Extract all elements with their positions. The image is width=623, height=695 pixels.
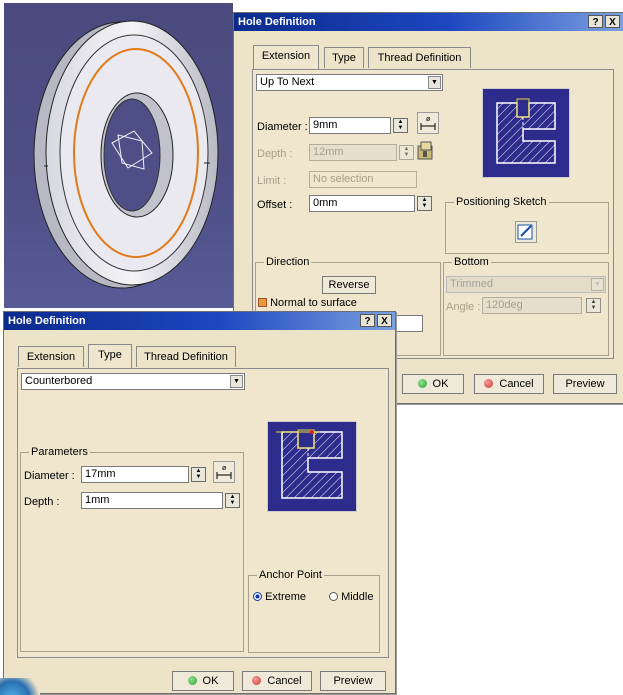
offset-label: Offset : [257,199,293,211]
type-tab-panel: Counterbored ▼ Parameters Diameter : 17m… [17,368,389,658]
cancel-icon [252,676,262,685]
anchor-extreme-label: Extreme [265,591,307,603]
chevron-down-icon[interactable]: ▼ [428,76,441,89]
cancel-button[interactable]: Cancel [242,671,312,691]
cancel-label: Cancel [499,378,534,390]
diameter-measure-icon[interactable]: ø [213,461,235,483]
anchor-extreme-option[interactable]: Extreme [253,590,306,604]
depth-spinner[interactable]: ▲ ▼ [225,493,240,508]
ring-part-model[interactable] [4,3,233,308]
anchor-point-label: Anchor Point [257,568,324,582]
diameter-label: Diameter : [257,121,308,133]
ok-icon [187,676,197,685]
diameter-field[interactable]: 9mm [309,117,391,134]
dialog-title: Hole Definition [8,315,86,327]
dialog-title: Hole Definition [238,16,316,28]
help-button[interactable]: ? [588,15,603,28]
tab-extension[interactable]: Extension [18,346,84,367]
limit-label: Limit : [257,175,287,187]
anchor-middle-option[interactable]: Middle [329,590,373,604]
close-button[interactable]: X [605,15,620,28]
help-button[interactable]: ? [360,314,375,327]
normal-to-surface-checkbox[interactable] [258,298,267,307]
direction-label: Direction [264,255,312,269]
up-to-next-hole-icon [496,98,556,164]
svg-text:ø: ø [222,465,227,472]
cancel-label: Cancel [267,675,302,687]
tab-thread-definition[interactable]: Thread Definition [136,346,236,367]
anchor-extreme-radio[interactable] [253,592,262,601]
anchor-point-group: Anchor Point Extreme Middle [248,568,380,653]
reverse-button[interactable]: Reverse [322,276,376,294]
tab-extension[interactable]: Extension [253,45,319,69]
extension-type-select[interactable]: Up To Next ▼ [256,74,443,91]
diameter-field[interactable]: 17mm [81,466,189,483]
ok-label: OK [202,675,219,687]
chevron-down-icon: ▼ [591,278,604,291]
diameter-label: Diameter : [24,470,75,482]
depth-label: Depth : [257,148,293,160]
close-button[interactable]: X [377,314,392,327]
viewport-corner-fragment [0,678,40,695]
normal-to-surface-label: Normal to surface [270,297,357,309]
counterbored-hole-icon [276,429,343,499]
diameter-spinner[interactable]: ▲ ▼ [191,467,206,482]
normal-to-surface-row[interactable]: Normal to surface [258,296,357,310]
offset-field[interactable]: 0mm [309,195,415,212]
direction-reference-field[interactable] [393,315,423,332]
cancel-icon [484,379,494,388]
bottom-label: Bottom [452,255,491,269]
tab-type[interactable]: Type [324,47,364,68]
tab-thread-definition[interactable]: Thread Definition [368,47,471,68]
extension-type-value: Up To Next [260,76,315,88]
ok-button[interactable]: OK [402,374,464,394]
preview-button[interactable]: Preview [553,374,617,394]
diameter-measure-icon[interactable]: ø [417,112,439,134]
bottom-group: Bottom Trimmed ▼ Angle : 120deg ▲ ▼ [443,255,609,356]
cancel-button[interactable]: Cancel [474,374,544,394]
depth-field[interactable]: 1mm [81,492,223,509]
positioning-sketch-group: Positioning Sketch [445,195,609,254]
angle-field: 120deg [482,297,582,314]
dialog-title-bar[interactable]: Hole Definition ? X [234,13,623,31]
hole-type-value: Counterbored [25,375,93,387]
parameters-group: Parameters Diameter : 17mm ▲ ▼ ø Depth : … [20,445,244,652]
depth-label: Depth : [24,496,60,508]
angle-label: Angle : [446,301,481,313]
parameters-label: Parameters [29,445,90,459]
anchor-middle-radio[interactable] [329,592,338,601]
ok-icon [417,379,427,388]
sketch-icon[interactable] [515,221,537,243]
depth-chart-icon[interactable] [415,140,437,162]
dialog-title-bar[interactable]: Hole Definition ? X [4,312,395,330]
limit-field: No selection [309,171,417,188]
depth-field: 12mm [309,144,397,161]
chevron-down-icon[interactable]: ▼ [230,375,243,388]
ok-label: OK [432,378,449,390]
tab-type[interactable]: Type [88,344,132,368]
svg-text:ø: ø [426,116,431,123]
offset-spinner[interactable]: ▲ ▼ [417,196,432,211]
positioning-sketch-label: Positioning Sketch [454,195,549,209]
angle-spinner: ▲ ▼ [586,298,601,313]
bottom-type-select: Trimmed ▼ [446,276,606,293]
3d-viewport[interactable] [4,3,233,308]
bottom-type-value: Trimmed [450,278,493,290]
depth-spinner: ▲ ▼ [399,145,414,160]
ok-button[interactable]: OK [172,671,234,691]
diameter-spinner[interactable]: ▲ ▼ [393,118,408,133]
preview-button[interactable]: Preview [320,671,386,691]
anchor-middle-label: Middle [341,591,374,603]
hole-preview-image [482,88,570,178]
hole-type-select[interactable]: Counterbored ▼ [21,373,245,390]
hole-definition-dialog-type: Hole Definition ? X Extension Type Threa… [3,311,396,694]
hole-preview-image [267,421,357,512]
